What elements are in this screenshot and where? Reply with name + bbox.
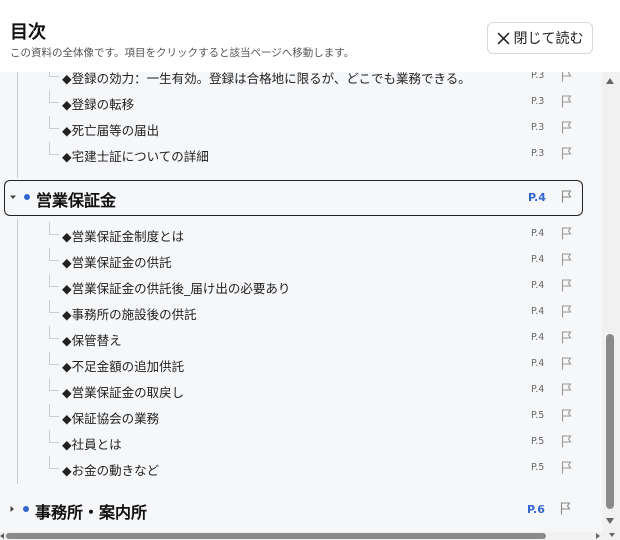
toc-item-page: P.3 [531,72,545,81]
toc-list[interactable]: ◆登録の効力：一生有効。登録は合格地に限るが、どこでも業務できる。 P.3 ◆登録の… [0,72,602,532]
toc-item-label: ◆登録の効力：一生有効。登録は合格地に限るが、どこでも業務できる。 [62,72,471,86]
tree-connector [49,90,59,103]
bookmark-flag-icon[interactable] [561,331,572,344]
toc-item-page: P.4 [531,280,545,291]
toc-item-label: ◆営業保証金の取戻し [62,385,185,400]
tree-connector [49,430,59,443]
bookmark-flag-icon[interactable] [561,190,572,203]
toc-item-label: ◆不足金額の追加供託 [62,359,185,374]
toc-item[interactable]: ◆営業保証金の供託後_届け出の必要あり P.4 [0,274,602,300]
toc-item[interactable]: ◆不足金額の追加供託 P.4 [0,352,602,378]
toc-section-jimusho-annaisho[interactable]: 事務所・案内所 P.6 [0,492,602,528]
toc-item-label: ◆営業保証金の供託 [62,255,172,270]
tree-connector [49,326,59,339]
bookmark-flag-icon[interactable] [561,147,572,160]
toc-item-label: ◆宅建士証についての詳細 [62,149,209,164]
scroll-right-arrow-icon[interactable] [596,533,600,539]
section-page-number: P.6 [527,503,545,516]
toc-item-label: ◆事務所の施設後の供託 [62,307,197,322]
close-and-read-button[interactable]: 閉じて読む [487,22,593,54]
toc-item[interactable]: ◆事務所の施設後の供託 P.4 [0,300,602,326]
toc-item[interactable]: ◆営業保証金の取戻し P.4 [0,378,602,404]
toc-item-label: ◆営業保証金の供託後_届け出の必要あり [62,281,291,296]
scroll-down-arrow-icon[interactable] [606,518,614,524]
toc-item-page: P.5 [531,436,545,447]
toc-item-label: ◆保証協会の業務 [62,411,160,426]
toc-item[interactable]: ◆宅建士証についての詳細 P.3 [0,142,602,168]
section-title: 事務所・案内所 [35,503,148,522]
bookmark-flag-icon[interactable] [561,357,572,370]
toc-item-label: ◆お金の動きなど [62,463,160,478]
section-title: 営業保証金 [36,191,117,210]
bookmark-flag-icon[interactable] [561,253,572,266]
tree-connector [49,72,59,77]
scroll-corner-arrow-icon[interactable] [609,533,615,537]
tree-connector [49,222,59,235]
bookmark-flag-icon[interactable] [561,409,572,422]
bookmark-flag-icon[interactable] [560,502,571,515]
toc-item-page: P.3 [531,96,545,107]
bookmark-flag-icon[interactable] [561,121,572,134]
toc-item-page: P.4 [531,358,545,369]
vertical-scroll-thumb[interactable] [606,334,614,509]
bookmark-flag-icon[interactable] [561,435,572,448]
tree-connector [49,352,59,365]
tree-connector [49,116,59,129]
tree-connector [49,274,59,287]
bookmark-flag-icon[interactable] [561,383,572,396]
tree-connector [49,248,59,261]
page-subtitle: この資料の全体像です。項目をクリックすると該当ページへ移動します。 [10,47,355,59]
toc-item-page: P.3 [531,148,545,159]
toc-item[interactable]: ◆営業保証金の供託 P.4 [0,248,602,274]
toc-item-page: P.4 [531,306,545,317]
scroll-left-arrow-icon[interactable] [0,533,4,539]
toc-item[interactable]: ◆保管替え P.4 [0,326,602,352]
toc-item-label: ◆保管替え [62,333,122,348]
bookmark-flag-icon[interactable] [561,95,572,108]
tree-connector [49,142,59,155]
toc-item[interactable]: ◆登録の転移 P.3 [0,90,602,116]
vertical-scrollbar[interactable] [602,72,620,532]
toc-item-label: ◆社員とは [62,437,122,452]
toc-section-eigyo-hoshokin[interactable]: 営業保証金 P.4 [4,180,583,216]
toc-item[interactable]: ◆保証協会の業務 P.5 [0,404,602,430]
toc-item[interactable]: ◆死亡届等の届出 P.3 [0,116,602,142]
toc-item-label: ◆営業保証金制度とは [62,229,185,244]
toc-header: 目次 この資料の全体像です。項目をクリックすると該当ページへ移動します。 閉じて… [0,0,620,72]
toc-item-label: ◆登録の転移 [62,97,135,112]
bookmark-flag-icon[interactable] [561,305,572,318]
caret-right-icon[interactable] [9,506,15,512]
bookmark-flag-icon[interactable] [561,461,572,474]
page-title: 目次 [10,22,46,43]
section-dot-icon [24,194,30,200]
toc-item-page: P.4 [531,384,545,395]
horizontal-scrollbar[interactable] [0,532,620,540]
toc-item[interactable]: ◆登録の効力：一生有効。登録は合格地に限るが、どこでも業務できる。 P.3 [0,72,602,90]
close-icon [497,32,509,44]
toc-item-page: P.5 [531,462,545,473]
toc-item-page: P.4 [531,254,545,265]
tree-connector [49,300,59,313]
toc-item-page: P.5 [531,410,545,421]
toc-item[interactable]: ◆お金の動きなど P.5 [0,456,602,482]
toc-item[interactable]: ◆営業保証金制度とは P.4 [0,222,602,248]
scroll-up-arrow-icon[interactable] [606,78,614,84]
tree-connector [49,404,59,417]
section-page-number: P.4 [528,191,546,204]
toc-item-page: P.4 [531,228,545,239]
toc-item-label: ◆死亡届等の届出 [62,123,160,138]
section-dot-icon [23,506,29,512]
horizontal-scroll-thumb[interactable] [6,533,546,539]
tree-connector [49,456,59,469]
toc-item-page: P.4 [531,332,545,343]
toc-item[interactable]: ◆社員とは P.5 [0,430,602,456]
bookmark-flag-icon[interactable] [561,227,572,240]
bookmark-flag-icon[interactable] [561,72,572,82]
close-button-label: 閉じて読む [513,31,584,47]
toc-item-page: P.3 [531,122,545,133]
caret-down-icon[interactable] [10,194,16,200]
tree-connector [49,378,59,391]
bookmark-flag-icon[interactable] [561,279,572,292]
